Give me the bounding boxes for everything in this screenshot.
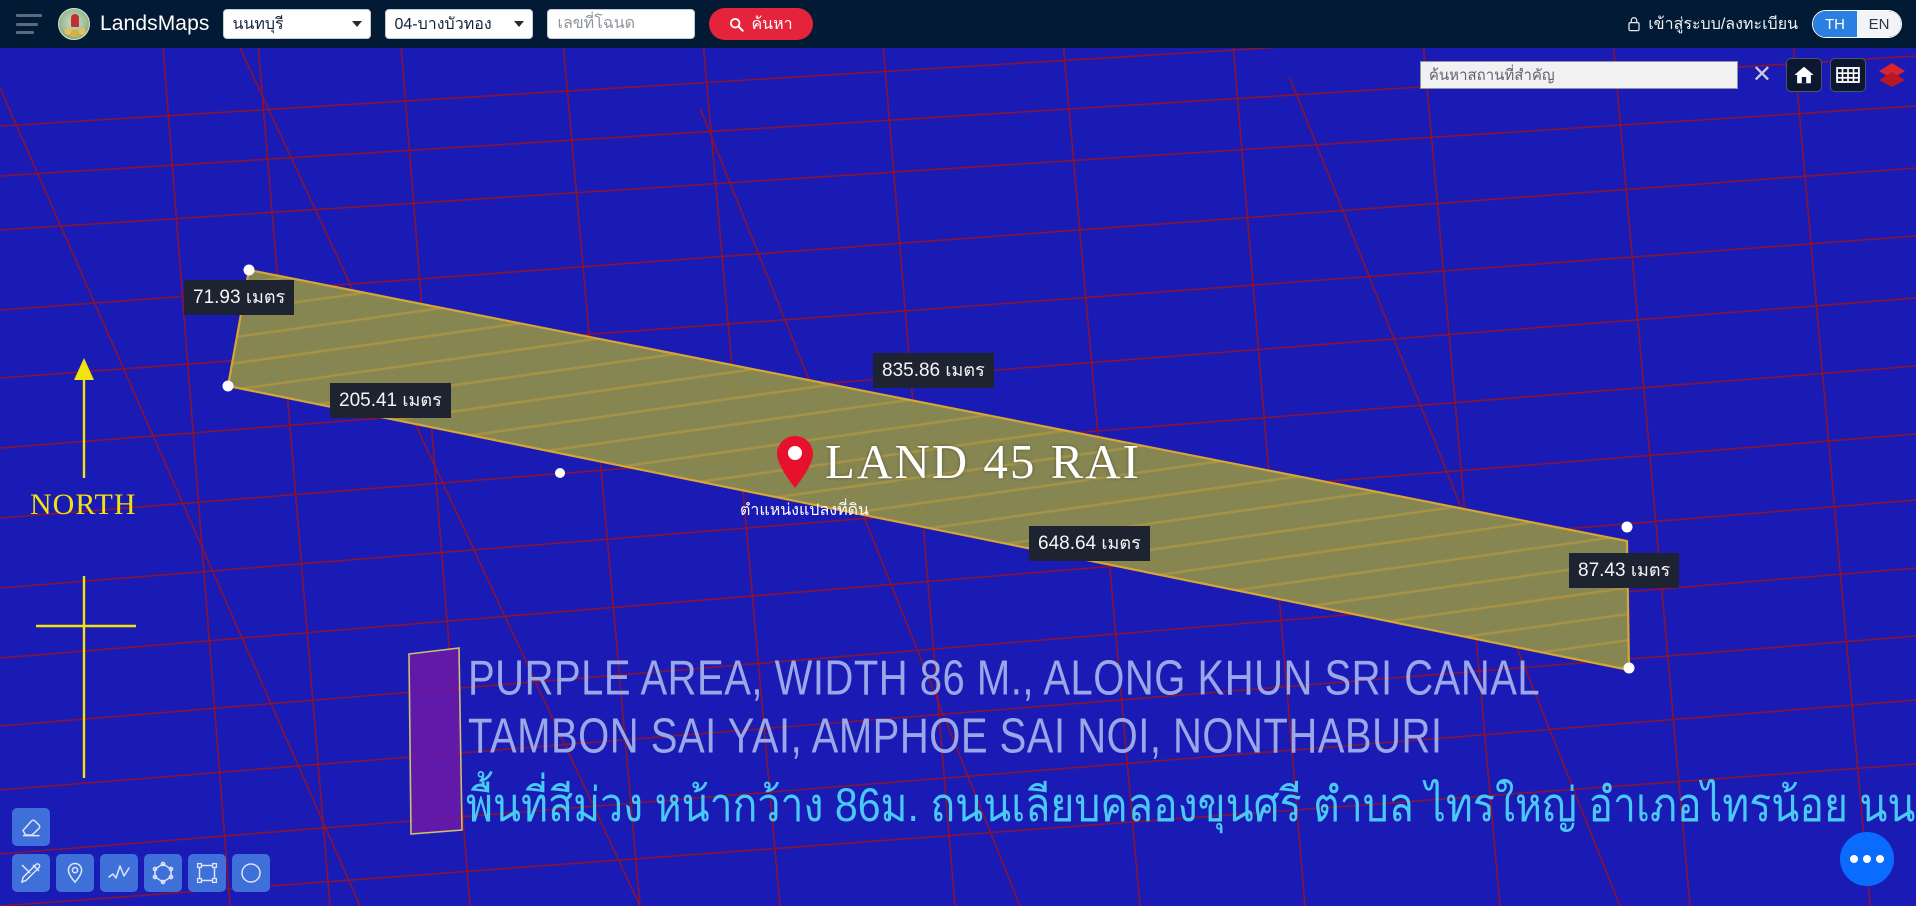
parcel-vertex — [222, 380, 234, 392]
eraser-icon — [22, 819, 41, 837]
pencil-ruler-draw-icon — [20, 863, 41, 884]
hamburger-menu-icon[interactable] — [16, 14, 42, 34]
dimension-label-east: 87.43 เมตร — [1569, 553, 1680, 588]
map-pin-icon — [67, 862, 83, 884]
layers-button[interactable] — [1874, 58, 1910, 92]
rectangle-icon — [196, 862, 218, 884]
more-options-dots-icon — [1850, 855, 1858, 863]
app-header: LandsMaps นนทบุรี 04-บางบัวทอง ค้นหา เข้… — [0, 0, 1916, 48]
drawing-toolbar-row-shapes — [12, 854, 270, 892]
dimension-value: 648.64 — [1038, 533, 1097, 554]
more-options-dots-icon — [1876, 855, 1884, 863]
dimension-label-west: 205.41 เมตร — [330, 383, 451, 418]
district-select[interactable]: 04-บางบัวทอง — [385, 9, 534, 39]
map-pin-marker-icon — [777, 435, 813, 488]
home-button[interactable] — [1786, 58, 1822, 92]
polygon-tool-button[interactable] — [144, 854, 182, 892]
more-options-button[interactable] — [1840, 832, 1894, 886]
rectangle-tool-button[interactable] — [188, 854, 226, 892]
drawing-toolbar-row-eraser — [12, 808, 270, 846]
dimension-unit: เมตร — [1630, 560, 1671, 580]
dimension-unit: เมตร — [945, 360, 985, 380]
chevron-down-icon — [514, 21, 525, 27]
parcel-vertex — [1623, 662, 1635, 674]
chevron-down-icon — [352, 21, 363, 27]
place-search-input[interactable] — [1419, 61, 1738, 89]
compass: NORTH — [30, 358, 146, 783]
caption-english-line-1: PURPLE AREA, WIDTH 86 M., ALONG KHUN SRI… — [468, 652, 1541, 706]
map-canvas[interactable]: ✕ — [0, 48, 1916, 906]
dimension-unit: เมตร — [1101, 533, 1141, 553]
land-parcel-subtitle: ตำแหน่งแปลงที่ดิน — [740, 502, 869, 519]
grid-table-button[interactable] — [1830, 58, 1866, 92]
dimension-label-south: 648.64 เมตร — [1029, 526, 1150, 561]
caption-thai-line: พื้นที่สีม่วง หน้ากว้าง 86ม. ถนนเลียบคลอ… — [466, 778, 1916, 832]
eraser-tool-button[interactable] — [12, 808, 50, 846]
land-parcel-title: LAND 45 RAI — [825, 434, 1141, 489]
dimension-value: 205.41 — [339, 390, 398, 411]
dimension-label-northwest: 71.93 เมตร — [184, 280, 295, 315]
dimension-label-north: 835.86 เมตร — [873, 353, 994, 388]
deed-number-input[interactable] — [547, 9, 696, 39]
dimension-value: 71.93 — [193, 287, 241, 308]
district-select-value: 04-บางบัวทอง — [394, 15, 492, 33]
brand-name: LandsMaps — [100, 12, 210, 35]
close-x-icon[interactable]: ✕ — [1746, 63, 1778, 87]
caption-english-line-2: TAMBON SAI YAI, AMPHOE SAI NOI, NONTHABU… — [468, 710, 1443, 764]
layers-stack-icon — [1879, 63, 1905, 87]
hamburger-bar — [16, 22, 38, 26]
parcel-vertex — [243, 264, 255, 276]
header-right-group: เข้าสู่ระบบ/ลงทะเบียน TH EN — [1627, 10, 1902, 38]
home-icon — [1794, 66, 1814, 84]
point-tool-button[interactable] — [56, 854, 94, 892]
province-select-value: นนทบุรี — [232, 15, 284, 33]
more-options-dots-icon — [1863, 855, 1871, 863]
language-toggle[interactable]: TH EN — [1812, 10, 1902, 38]
parcel-vertex — [555, 468, 565, 478]
lang-option-th[interactable]: TH — [1813, 11, 1857, 37]
compass-graphic — [36, 358, 136, 778]
province-select[interactable]: นนทบุรี — [223, 9, 372, 39]
line-tool-button[interactable] — [100, 854, 138, 892]
drawing-toolbar — [12, 808, 270, 892]
dimension-unit: เมตร — [402, 390, 442, 410]
map-top-controls: ✕ — [1419, 58, 1910, 92]
lock-icon — [1628, 17, 1640, 32]
search-button[interactable]: ค้นหา — [709, 8, 813, 40]
landsmaps-emblem-icon — [58, 8, 90, 40]
search-button-label: ค้นหา — [751, 15, 793, 33]
polygon-icon — [152, 861, 174, 885]
lang-option-en[interactable]: EN — [1857, 11, 1901, 37]
circle-icon — [241, 863, 261, 883]
dimension-value: 87.43 — [1578, 560, 1626, 581]
land-parcel-title-group: LAND 45 RAI — [775, 433, 1141, 490]
hamburger-bar — [16, 14, 42, 17]
search-icon — [730, 17, 745, 32]
grid-table-icon — [1836, 67, 1860, 83]
dimension-value: 835.86 — [882, 360, 941, 381]
draw-tool-button[interactable] — [12, 854, 50, 892]
hamburger-bar — [16, 31, 34, 34]
purple-reference-parcel — [408, 647, 463, 835]
login-register-link[interactable]: เข้าสู่ระบบ/ลงทะเบียน — [1627, 12, 1798, 37]
polyline-icon — [108, 865, 130, 879]
compass-north-label: NORTH — [30, 488, 137, 521]
login-register-label: เข้าสู่ระบบ/ลงทะเบียน — [1648, 15, 1798, 33]
parcel-vertex — [1621, 521, 1633, 533]
circle-tool-button[interactable] — [232, 854, 270, 892]
dimension-unit: เมตร — [245, 287, 286, 307]
